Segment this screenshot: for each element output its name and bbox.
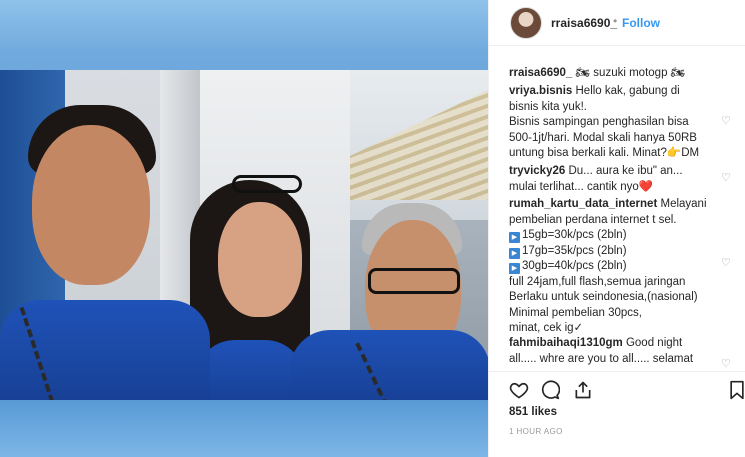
comment-text: all..... whre are you to all..... selama… <box>509 352 694 365</box>
comment-text: mulai terlihat... cantik nyo❤️ <box>509 180 654 193</box>
comment-username[interactable]: vriya.bisnis <box>509 85 572 97</box>
likes-count[interactable]: 851 likes <box>509 406 557 418</box>
comment-like-heart-icon[interactable]: ♡ <box>721 359 732 370</box>
comment-item: tryvicky26 Du... aura ke ibu" an... mula… <box>509 164 719 195</box>
caption-text: 🏍 suzuki motogp 🏍 <box>575 67 686 79</box>
comment-text: untung bisa berkali kali. Minat?👉DM <box>509 147 700 159</box>
header-username[interactable]: rraisa6690_ <box>551 16 617 30</box>
comment-text: Melayani <box>660 198 707 210</box>
comment-username[interactable]: fahmibaihaqi1310gm <box>509 337 623 349</box>
post-photo <box>0 70 488 400</box>
play-button-icon: ▶ <box>509 232 520 243</box>
comment-item: rumah_kartu_data_internet Melayani pembe… <box>509 197 719 337</box>
comment-text: Bisnis sampingan penghasilan bisa <box>509 116 689 128</box>
post-timestamp: 1 HOUR AGO <box>509 427 563 436</box>
post-media[interactable] <box>0 0 488 457</box>
header-separator: • <box>613 14 618 28</box>
post-actions: 851 likes 1 HOUR AGO <box>489 371 745 457</box>
comment-text: Du... aura ke ibu" an... <box>568 165 683 177</box>
comment-item: vriya.bisnis Hello kak, gabung di bisnis… <box>509 84 719 162</box>
caption-username[interactable]: rraisa6690_ <box>509 67 572 79</box>
share-upload-icon[interactable] <box>573 380 593 400</box>
comment-text: 500-1jt/hari. Modal skali hanya 50RB <box>509 131 697 144</box>
comment-text: 17gb=35k/pcs (2bln) <box>522 244 627 257</box>
follow-button[interactable]: Follow <box>622 16 660 30</box>
comment-text: minat, cek ig✓ <box>509 322 584 334</box>
comment-username[interactable]: tryvicky26 <box>509 165 565 177</box>
comment-text: full 24jam,full flash,semua jaringan <box>509 275 686 288</box>
comment-like-heart-icon[interactable]: ♡ <box>721 173 732 184</box>
comment-text: Good night <box>625 337 683 349</box>
comment-text: 15gb=30k/pcs (2bln) <box>522 229 627 241</box>
comment-item: fahmibaihaqi1310gm Good night all..... w… <box>509 336 719 367</box>
comment-text: Hello kak, gabung di <box>575 85 680 97</box>
play-button-icon: ▶ <box>509 263 520 274</box>
comment-text: Minimal pembelian 30pcs, <box>509 306 642 319</box>
comment-username[interactable]: rumah_kartu_data_internet <box>509 198 657 210</box>
comment-like-heart-icon[interactable]: ♡ <box>721 116 732 127</box>
comments-list[interactable]: rraisa6690_ 🏍 suzuki motogp 🏍 vriya.bisn… <box>489 46 745 371</box>
speech-bubble-icon[interactable] <box>540 380 560 400</box>
comment-text: bisnis kita yuk!. <box>509 100 587 113</box>
heart-outline-icon[interactable] <box>509 380 529 400</box>
post-header: rraisa6690_ • Follow <box>489 0 745 46</box>
post-caption: rraisa6690_ 🏍 suzuki motogp 🏍 <box>509 66 719 82</box>
sunglasses-icon <box>232 175 302 193</box>
comment-text: 30gb=40k/pcs (2bln) <box>522 260 627 272</box>
bookmark-icon[interactable] <box>727 380 745 400</box>
comment-like-heart-icon[interactable]: ♡ <box>721 258 732 269</box>
comment-text: pembelian perdana internet t sel. <box>509 213 677 226</box>
eyeglasses-icon <box>368 268 460 294</box>
avatar[interactable] <box>510 7 542 39</box>
comment-text: Berlaku untuk seindonesia,(nasional) <box>509 291 698 303</box>
post-sidebar: rraisa6690_ • Follow rraisa6690_ 🏍 suzuk… <box>488 0 745 457</box>
play-button-icon: ▶ <box>509 247 520 259</box>
